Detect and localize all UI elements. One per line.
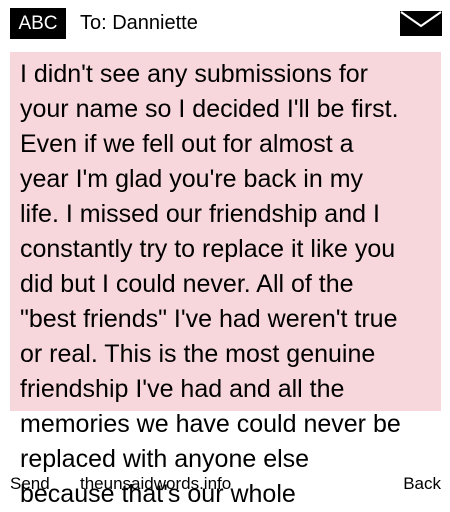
recipient-label: To: Danniette xyxy=(80,12,198,34)
back-button[interactable]: Back xyxy=(403,472,441,496)
site-caption: theunsaidwords.info xyxy=(80,474,232,493)
input-mode-indicator: ABC xyxy=(10,8,66,39)
message-header: ABC To: Danniette xyxy=(0,0,450,46)
mail-icon xyxy=(400,11,442,36)
send-button[interactable]: Send xyxy=(10,472,50,496)
softkey-bar: Send theunsaidwords.info Back xyxy=(0,472,450,498)
message-body-text[interactable]: I didn't see any submissions for your na… xyxy=(20,57,438,512)
